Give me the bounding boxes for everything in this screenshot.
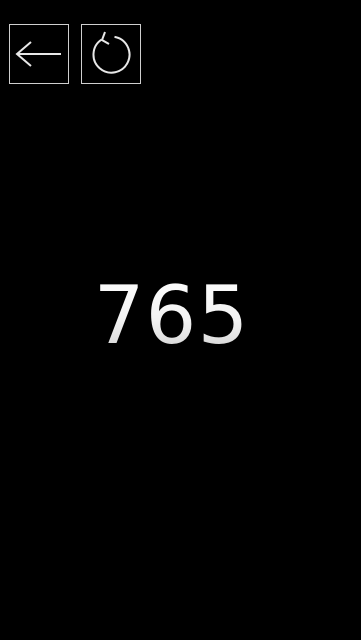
refresh-icon bbox=[87, 30, 135, 78]
arrow-left-icon bbox=[13, 39, 65, 69]
app-screen: 765 bbox=[0, 0, 361, 640]
back-button[interactable] bbox=[9, 24, 69, 84]
refresh-button[interactable] bbox=[81, 24, 141, 84]
counter-value: 765 bbox=[0, 268, 343, 364]
